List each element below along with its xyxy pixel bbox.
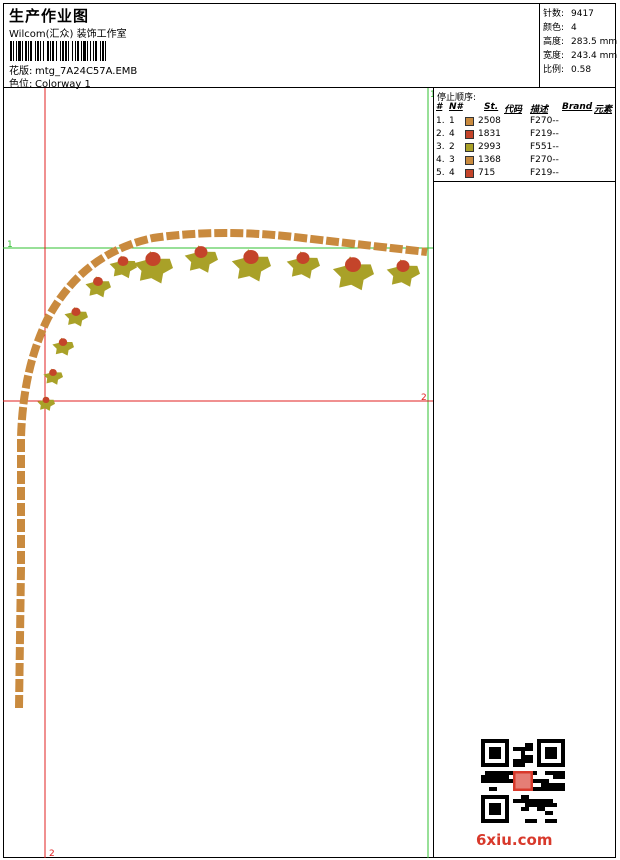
color-swatch bbox=[465, 130, 474, 139]
stat-stitches: 针数: 9417 bbox=[543, 9, 594, 19]
color-swatch bbox=[465, 117, 474, 126]
berry bbox=[58, 338, 68, 346]
watermark: 6xiu.com bbox=[476, 831, 553, 849]
berry-garland bbox=[42, 246, 410, 403]
chain-border bbox=[15, 229, 428, 709]
col-header-desc: 描述 bbox=[530, 105, 549, 115]
guide-label-v1: 1 bbox=[430, 90, 433, 100]
stop-sequence-panel: 停止顺序: # N# St. 代码 描述 Brand 元素 1. 1 2508 F2… bbox=[433, 88, 616, 182]
qr-code bbox=[481, 739, 565, 823]
stop-row: 4. 3 1368 F270-- bbox=[436, 155, 559, 165]
page-title: 生产作业图 bbox=[9, 7, 90, 25]
stat-width: 宽度: 243.4 mm bbox=[543, 51, 618, 61]
stat-height: 高度: 283.5 mm bbox=[543, 37, 618, 47]
guide-label-h2: 2 bbox=[421, 393, 427, 403]
stats-panel: 针数: 9417 颜色: 4 高度: 283.5 mm 宽度: 243.4 mm 比例:… bbox=[540, 3, 618, 88]
company-name: Wilcom(汇众) 装饰工作室 bbox=[9, 29, 127, 40]
stat-scale: 比例: 0.58 bbox=[543, 65, 592, 75]
berry bbox=[194, 246, 208, 258]
stop-row: 3. 2 2993 F551-- bbox=[436, 142, 559, 152]
berry bbox=[93, 276, 103, 286]
berry bbox=[243, 250, 259, 264]
stop-row: 1. 1 2508 F270-- bbox=[436, 116, 559, 126]
header-panel: 生产作业图 Wilcom(汇众) 装饰工作室 花版: mtg_7A24C57A.E… bbox=[3, 3, 540, 90]
stat-colors: 颜色: 4 bbox=[543, 23, 577, 33]
col-header-element: 元素 bbox=[594, 105, 613, 115]
guide-label-v2: 2 bbox=[49, 849, 55, 858]
berry bbox=[345, 257, 361, 272]
berry bbox=[49, 369, 57, 376]
leaf-garland bbox=[37, 245, 420, 411]
berry bbox=[117, 256, 129, 266]
col-header-stitches: St. bbox=[484, 102, 499, 112]
color-swatch bbox=[465, 143, 474, 152]
col-header-brand: Brand bbox=[562, 102, 593, 112]
barcode bbox=[10, 41, 106, 61]
stop-row: 2. 4 1831 F219-- bbox=[436, 129, 559, 139]
guide-label-h1: 1 bbox=[7, 240, 13, 250]
stop-row: 5. 4 715 F219-- bbox=[436, 168, 559, 178]
berry bbox=[296, 252, 310, 264]
berry bbox=[42, 396, 50, 403]
berry bbox=[71, 307, 81, 316]
color-swatch bbox=[465, 156, 474, 165]
col-header-index: # bbox=[436, 102, 443, 112]
berry bbox=[396, 260, 410, 272]
col-header-code: 代码 bbox=[504, 105, 523, 115]
col-header-needle: N# bbox=[449, 102, 463, 112]
design-canvas: 1 1 2 2 bbox=[3, 88, 433, 858]
color-swatch bbox=[465, 169, 474, 178]
berry bbox=[145, 252, 161, 266]
